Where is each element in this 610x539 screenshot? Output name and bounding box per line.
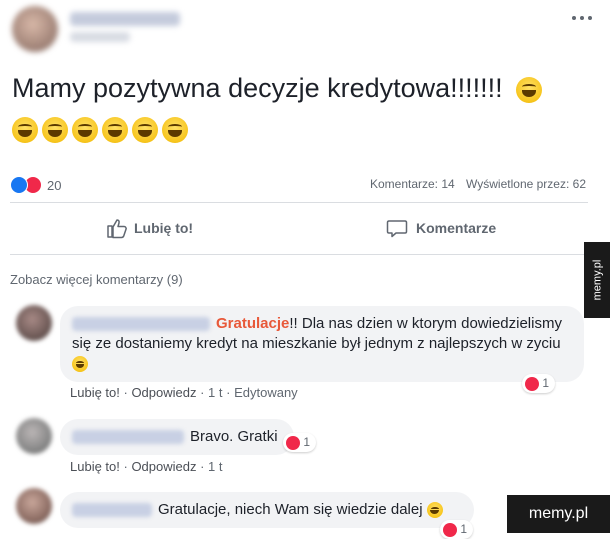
grinning-face-emoji [132, 116, 158, 143]
grinning-face-emoji [162, 116, 188, 143]
grinning-face-emoji [72, 116, 98, 143]
watermark-side: memy.pl [584, 242, 610, 318]
comment-edited[interactable]: Edytowany [234, 385, 298, 400]
comment-like-link[interactable]: Lubię to! [70, 385, 120, 400]
commenter-name[interactable] [72, 430, 184, 445]
commenter-name[interactable] [72, 503, 152, 518]
grinning-face-emoji [426, 502, 443, 519]
love-reaction-icon [443, 522, 457, 537]
author-avatar[interactable] [12, 6, 58, 52]
more-horizontal-icon[interactable] [572, 16, 592, 22]
comment-button[interactable]: Komentarze [386, 216, 496, 240]
grinning-face-emoji [102, 116, 128, 143]
comment-meta: Lubię to! · Odpowiedz · 1 t [70, 459, 223, 474]
comment-button-label: Komentarze [416, 220, 497, 236]
watermark-side-text: memy.pl [591, 259, 603, 301]
comment-reply-link[interactable]: Odpowiedz [131, 459, 196, 474]
commenter-avatar[interactable] [16, 488, 52, 524]
comment-text: Bravo. Gratki [190, 428, 278, 445]
comment-reaction-count: 1 [460, 522, 468, 536]
commenter-avatar[interactable] [16, 305, 52, 341]
view-more-comments-link[interactable]: Zobacz więcej komentarzy (9) [10, 272, 183, 287]
comment-meta: Lubię to! · Odpowiedz · 1 t · Edytowany [70, 385, 298, 400]
comment-text: Gratulacje, niech Wam się wiedzie dalej [158, 501, 423, 518]
reaction-count: 20 [47, 177, 62, 193]
comment-time[interactable]: 1 t [208, 459, 222, 474]
commenter-name[interactable] [72, 317, 210, 332]
watermark-corner-text: memy.pl [528, 505, 589, 522]
comment-reaction-count: 1 [542, 376, 550, 390]
watermark-corner: memy.pl [507, 495, 610, 533]
reactions-summary[interactable]: 20 [10, 176, 61, 194]
post-text: Mamy pozytywna decyzje kredytowa!!!!!!! [12, 68, 587, 148]
comment-bubble: Gratulacje!! Dla nas dzien w ktorym dowi… [60, 306, 584, 382]
comment-bubble: Gratulacje, niech Wam się wiedzie dalej [60, 492, 474, 528]
comment-bubble: Bravo. Gratki [60, 419, 294, 455]
comment-reaction-badge[interactable]: 1 [283, 433, 317, 452]
grinning-face-emoji [516, 76, 543, 103]
comment-reaction-badge[interactable]: 1 [440, 520, 474, 539]
like-reaction-icon [10, 176, 28, 194]
like-button-label: Lubię to! [134, 220, 194, 236]
post-timestamp [70, 32, 130, 42]
comment-highlight: Gratulacje [216, 315, 290, 332]
post-text-content: Mamy pozytywna decyzje kredytowa!!!!!!! [12, 73, 503, 103]
comment-bubble-icon [386, 220, 408, 238]
commenter-avatar[interactable] [16, 418, 52, 454]
love-reaction-icon [525, 376, 539, 391]
comment-reaction-badge[interactable]: 1 [522, 374, 556, 393]
grinning-face-emoji [42, 116, 68, 143]
comment-like-link[interactable]: Lubię to! [70, 459, 120, 474]
divider [10, 202, 588, 203]
comments-count[interactable]: Komentarze: 14 [370, 177, 455, 191]
love-reaction-icon [286, 435, 300, 450]
author-name[interactable] [70, 12, 180, 26]
grinning-face-emoji [72, 356, 88, 373]
thumbs-up-icon [107, 219, 127, 239]
like-button[interactable]: Lubię to! [106, 216, 193, 240]
divider [10, 254, 588, 255]
grinning-face-emoji [12, 116, 38, 143]
comment-reaction-count: 1 [303, 435, 311, 449]
comment-reply-link[interactable]: Odpowiedz [131, 385, 196, 400]
views-count[interactable]: Wyświetlone przez: 62 [466, 177, 586, 191]
comment-time[interactable]: 1 t [208, 385, 222, 400]
post-stats: Komentarze: 14 Wyświetlone przez: 62 [370, 177, 586, 191]
